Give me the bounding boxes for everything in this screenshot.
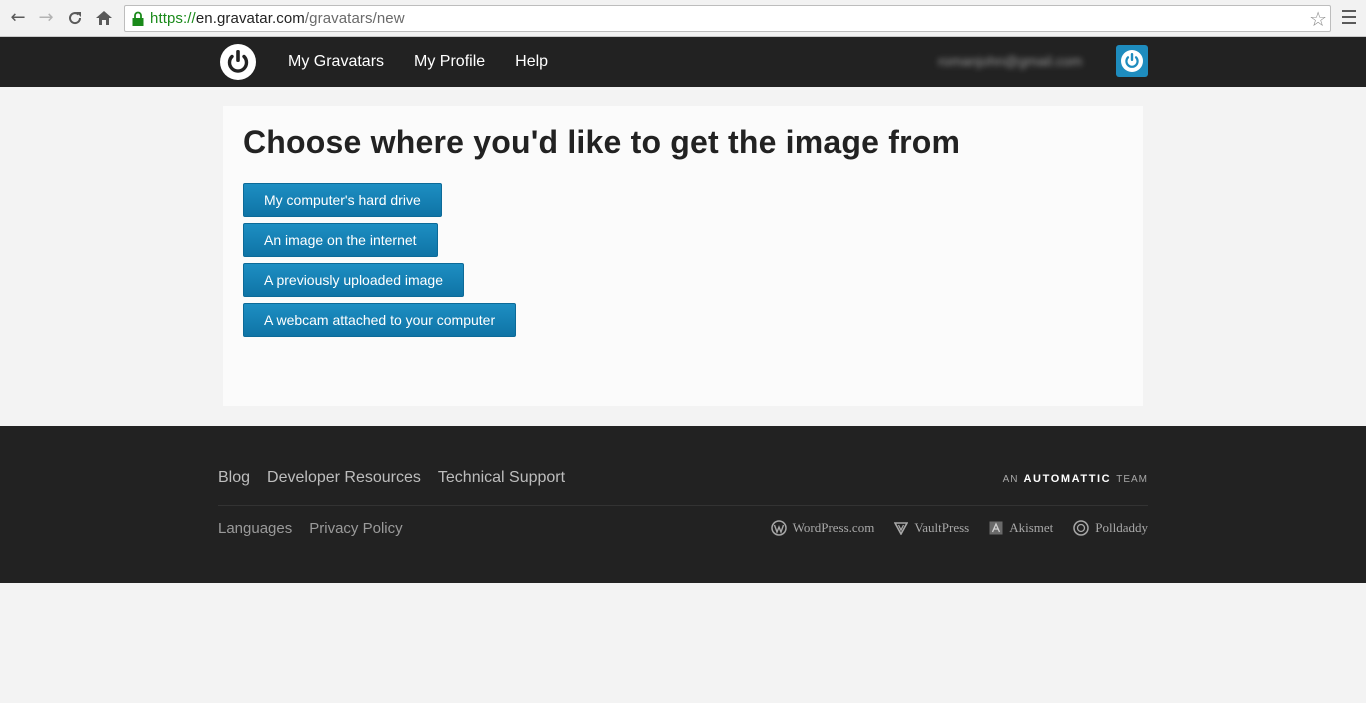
hard-drive-button[interactable]: My computer's hard drive — [243, 183, 442, 217]
polldaddy-label: Polldaddy — [1095, 520, 1148, 535]
address-bar[interactable]: https://en.gravatar.com/gravatars/new ☆ — [124, 5, 1331, 32]
polldaddy-icon — [1073, 520, 1090, 536]
footer-link-technical-support[interactable]: Technical Support — [438, 469, 565, 487]
nav-help[interactable]: Help — [515, 53, 548, 71]
image-source-panel: Choose where you'd like to get the image… — [223, 106, 1143, 406]
site-header: My Gravatars My Profile Help romanjohn@g… — [0, 37, 1366, 87]
internet-image-button[interactable]: An image on the internet — [243, 223, 438, 257]
site-footer: Blog Developer Resources Technical Suppo… — [0, 426, 1366, 583]
family-link-vaultpress[interactable]: VaultPress — [894, 520, 969, 536]
gravatar-avatar-icon — [1121, 50, 1143, 72]
automattic-prefix: AN — [1002, 474, 1019, 485]
automattic-brand: AUTOMATTIC — [1023, 473, 1112, 485]
akismet-icon — [989, 521, 1003, 535]
bookmark-star-icon[interactable]: ☆ — [1309, 7, 1327, 31]
nav-my-gravatars[interactable]: My Gravatars — [288, 53, 384, 71]
footer-primary-links: Blog Developer Resources Technical Suppo… — [218, 469, 582, 487]
footer-link-developer-resources[interactable]: Developer Resources — [267, 469, 421, 487]
reload-icon[interactable] — [65, 8, 85, 28]
automattic-team-link[interactable]: AN AUTOMATTIC TEAM — [1003, 473, 1148, 485]
vaultpress-label: VaultPress — [914, 520, 970, 535]
gravatar-logo-icon[interactable] — [220, 44, 256, 80]
footer-divider — [218, 505, 1148, 506]
wordpress-label: WordPress.com — [792, 520, 875, 535]
lock-icon — [132, 11, 144, 26]
wordpress-icon — [770, 520, 787, 536]
footer-link-languages[interactable]: Languages — [218, 520, 292, 537]
browser-menu-icon[interactable] — [1342, 10, 1356, 26]
user-email[interactable]: romanjohn@gmail.com — [938, 53, 1082, 69]
footer-link-blog[interactable]: Blog — [218, 469, 250, 487]
vaultpress-icon — [894, 522, 909, 535]
main-nav: My Gravatars My Profile Help — [288, 37, 578, 87]
family-link-akismet[interactable]: Akismet — [989, 520, 1053, 536]
forward-icon[interactable]: → — [36, 8, 56, 28]
nav-my-profile[interactable]: My Profile — [414, 53, 485, 71]
user-avatar[interactable] — [1116, 45, 1148, 77]
previous-upload-button[interactable]: A previously uploaded image — [243, 263, 465, 297]
akismet-label: Akismet — [1009, 520, 1054, 535]
footer-link-privacy-policy[interactable]: Privacy Policy — [309, 520, 402, 537]
back-icon[interactable]: ← — [8, 8, 28, 28]
browser-toolbar: ← → https://en.gravatar.com/gravatars/ne… — [0, 0, 1366, 37]
footer-secondary-links: Languages Privacy Policy — [218, 520, 420, 537]
url-text: https://en.gravatar.com/gravatars/new — [150, 10, 405, 27]
automattic-suffix: TEAM — [1116, 474, 1148, 485]
family-link-polldaddy[interactable]: Polldaddy — [1073, 520, 1148, 536]
family-link-wordpress[interactable]: WordPress.com — [770, 520, 875, 536]
page-title: Choose where you'd like to get the image… — [243, 124, 961, 160]
webcam-button[interactable]: A webcam attached to your computer — [243, 303, 517, 337]
home-icon[interactable] — [94, 8, 114, 28]
automattic-family-links: WordPress.com VaultPress Akismet Polldad… — [751, 520, 1148, 536]
